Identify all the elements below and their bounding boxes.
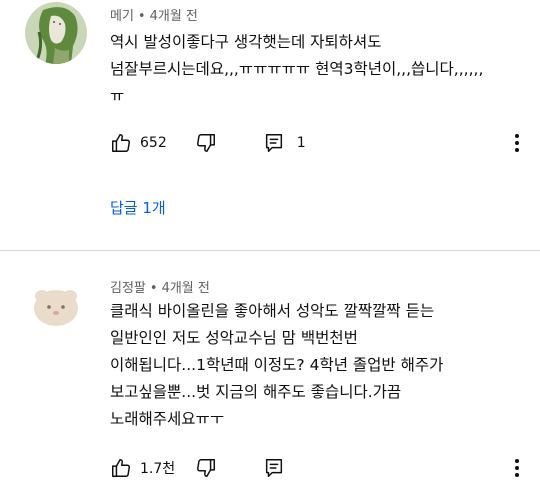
comment-actions: 652 1 bbox=[110, 131, 520, 155]
comment-line: 보고싶을뿐...벗 지금의 해주도 좋습니다.가끔 bbox=[110, 383, 402, 401]
thumbs-down-icon bbox=[195, 457, 217, 479]
comment-line: ㅠ bbox=[110, 87, 125, 105]
thumbs-up-icon bbox=[110, 457, 132, 479]
comment: 김정팔 • 4개월 전 클래식 바이올린을 좋아해서 성악도 깔짝깔짝 듣는 일반인… bbox=[0, 270, 540, 499]
view-replies-link[interactable]: 답글 1개 bbox=[110, 197, 166, 218]
separator-dot: • bbox=[137, 9, 146, 24]
comment-text: 클래식 바이올린을 좋아해서 성악도 깔짝깔짝 듣는 일반인인 저도 성악교수님… bbox=[110, 298, 520, 433]
reply-count: 1 bbox=[296, 135, 306, 151]
like-count: 1.7천 bbox=[140, 461, 176, 477]
comment-line: 클래식 바이올린을 좋아해서 성악도 깔짝깔짝 듣는 bbox=[110, 302, 435, 320]
dislike-button[interactable] bbox=[195, 457, 217, 479]
comment-line: 일반인인 저도 성악교수님 맘 백번천번 bbox=[110, 329, 358, 347]
author-name[interactable]: 메기 bbox=[110, 9, 134, 24]
comment-meta: 김정팔 • 4개월 전 bbox=[110, 277, 210, 296]
more-vert-icon bbox=[514, 133, 520, 153]
reply-icon bbox=[263, 457, 285, 479]
more-vert-icon bbox=[514, 458, 520, 478]
thumbs-up-icon bbox=[110, 132, 132, 154]
comment-line: 역시 발성이좋다구 생각햇는데 자퇴하셔도 bbox=[110, 33, 382, 51]
separator-dot: • bbox=[149, 281, 158, 296]
like-button[interactable]: 1.7천 bbox=[110, 457, 175, 479]
comment-line: 이해됩니다...1학년때 이정도? 4학년 졸업반 해주가 bbox=[110, 356, 444, 374]
comment-line: 넘잘부르시는데요,,,ㅠㅠㅠㅠㅠ 현역3학년이,,,씁니다,,,,,, bbox=[110, 60, 484, 78]
comment-meta: 메기 • 4개월 전 bbox=[110, 5, 198, 24]
comment: 메기 • 4개월 전 역시 발성이좋다구 생각햇는데 자퇴하셔도 넘잘부르시는데요,… bbox=[0, 0, 540, 245]
author-name[interactable]: 김정팔 bbox=[110, 281, 146, 296]
reply-button[interactable]: 1 bbox=[263, 132, 306, 154]
thumbs-down-icon bbox=[195, 132, 217, 154]
avatar[interactable] bbox=[25, 274, 87, 336]
like-button[interactable]: 652 bbox=[110, 132, 167, 154]
reply-icon bbox=[263, 132, 285, 154]
like-count: 652 bbox=[140, 135, 167, 151]
comment-text: 역시 발성이좋다구 생각햇는데 자퇴하셔도 넘잘부르시는데요,,,ㅠㅠㅠㅠㅠ 현… bbox=[110, 29, 520, 110]
comment-time[interactable]: 4개월 전 bbox=[162, 281, 210, 296]
avatar[interactable] bbox=[25, 2, 87, 64]
reply-button[interactable] bbox=[263, 457, 285, 479]
comment-actions: 1.7천 bbox=[110, 456, 520, 480]
more-button[interactable] bbox=[514, 458, 520, 478]
comment-time[interactable]: 4개월 전 bbox=[150, 9, 198, 24]
divider bbox=[0, 250, 540, 251]
comment-line: 노래해주세요ㅠㅜ bbox=[110, 410, 225, 428]
dislike-button[interactable] bbox=[195, 132, 217, 154]
more-button[interactable] bbox=[514, 133, 520, 153]
